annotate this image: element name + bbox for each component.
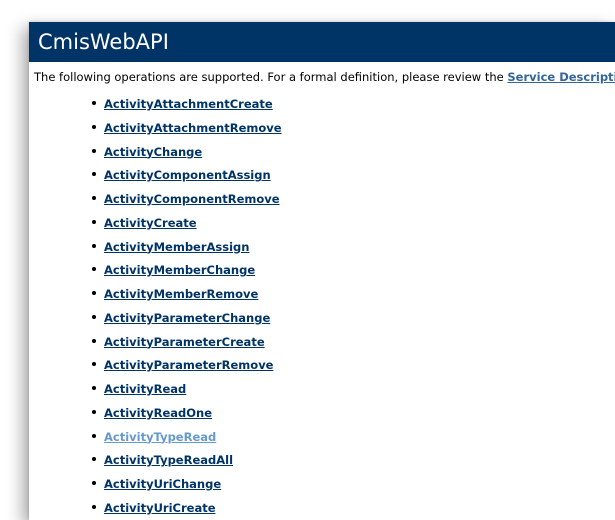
bullet-icon [92, 481, 96, 485]
operation-link[interactable]: ActivityRead [104, 382, 186, 396]
intro-paragraph: The following operations are supported. … [34, 69, 615, 85]
bullet-icon [92, 338, 96, 343]
bullet-icon [92, 196, 96, 200]
operation-list-item: ActivityCreate [29, 210, 282, 234]
bullet-icon [92, 148, 96, 153]
operation-list-item: ActivityMemberChange [29, 257, 282, 281]
operation-list-item: ActivityTypeRead [29, 424, 282, 448]
bullet-icon [92, 362, 96, 367]
operation-link[interactable]: ActivityTypeReadAll [104, 453, 233, 467]
operation-link[interactable]: ActivityAttachmentCreate [104, 97, 273, 111]
operations-list: ActivityAttachmentCreate ActivityAttachme… [29, 91, 282, 519]
operation-list-item: ActivityAttachmentCreate [29, 91, 282, 115]
service-description-link[interactable]: Service Description [507, 70, 615, 84]
screenshot-frame: CmisWebAPI The following operations are … [0, 0, 615, 520]
operation-link[interactable]: ActivityComponentRemove [104, 192, 280, 206]
operation-link[interactable]: ActivityParameterCreate [104, 335, 265, 349]
operation-list-item: ActivityParameterRemove [29, 352, 282, 376]
bullet-icon [92, 409, 96, 414]
operation-link[interactable]: ActivityMemberAssign [104, 240, 249, 254]
operation-list-item: ActivityChange [29, 139, 282, 163]
bullet-icon [92, 101, 96, 105]
operation-link[interactable]: ActivityTypeRead [104, 430, 216, 444]
web-page: CmisWebAPI The following operations are … [29, 22, 615, 520]
bullet-icon [92, 314, 96, 319]
operation-list-item: ActivityRead [29, 376, 282, 400]
operation-link[interactable]: ActivityMemberChange [104, 263, 255, 277]
operation-list-item: ActivityTypeReadAll [29, 447, 282, 471]
operation-link[interactable]: ActivityMemberRemove [104, 287, 258, 301]
operation-link[interactable]: ActivityReadOne [104, 406, 212, 420]
operation-list-item: ActivityAttachmentRemove [29, 115, 282, 139]
operation-list-item: ActivityUriCreate [29, 495, 282, 519]
bullet-icon [92, 243, 96, 248]
operation-list-item: ActivityComponentRemove [29, 186, 282, 210]
operation-link[interactable]: ActivityCreate [104, 216, 197, 230]
bullet-icon [92, 386, 96, 390]
operation-list-item: ActivityParameterCreate [29, 329, 282, 353]
bullet-icon [92, 267, 96, 272]
operation-list-item: ActivityMemberRemove [29, 281, 282, 305]
bullet-icon [92, 457, 96, 462]
operation-link[interactable]: ActivityParameterChange [104, 311, 270, 325]
operation-list-item: ActivityComponentAssign [29, 162, 282, 186]
bullet-icon [92, 433, 96, 438]
page-title: CmisWebAPI [38, 30, 169, 54]
operation-link[interactable]: ActivityChange [104, 145, 202, 159]
operation-list-item: ActivityReadOne [29, 400, 282, 424]
bullet-icon [92, 291, 96, 295]
operation-list-item: ActivityParameterChange [29, 305, 282, 329]
operation-link[interactable]: ActivityUriCreate [104, 501, 216, 515]
intro-text: The following operations are supported. … [34, 70, 508, 84]
bullet-icon [92, 504, 96, 509]
operation-link[interactable]: ActivityParameterRemove [104, 358, 274, 372]
bullet-icon [92, 219, 96, 224]
bullet-icon [92, 172, 96, 177]
operation-list-item: ActivityMemberAssign [29, 234, 282, 258]
page-header: CmisWebAPI [29, 22, 615, 62]
operation-link[interactable]: ActivityComponentAssign [104, 168, 271, 182]
operation-link[interactable]: ActivityUriChange [104, 477, 221, 491]
bullet-icon [92, 124, 96, 129]
operation-list-item: ActivityUriChange [29, 471, 282, 495]
operation-link[interactable]: ActivityAttachmentRemove [104, 121, 282, 135]
